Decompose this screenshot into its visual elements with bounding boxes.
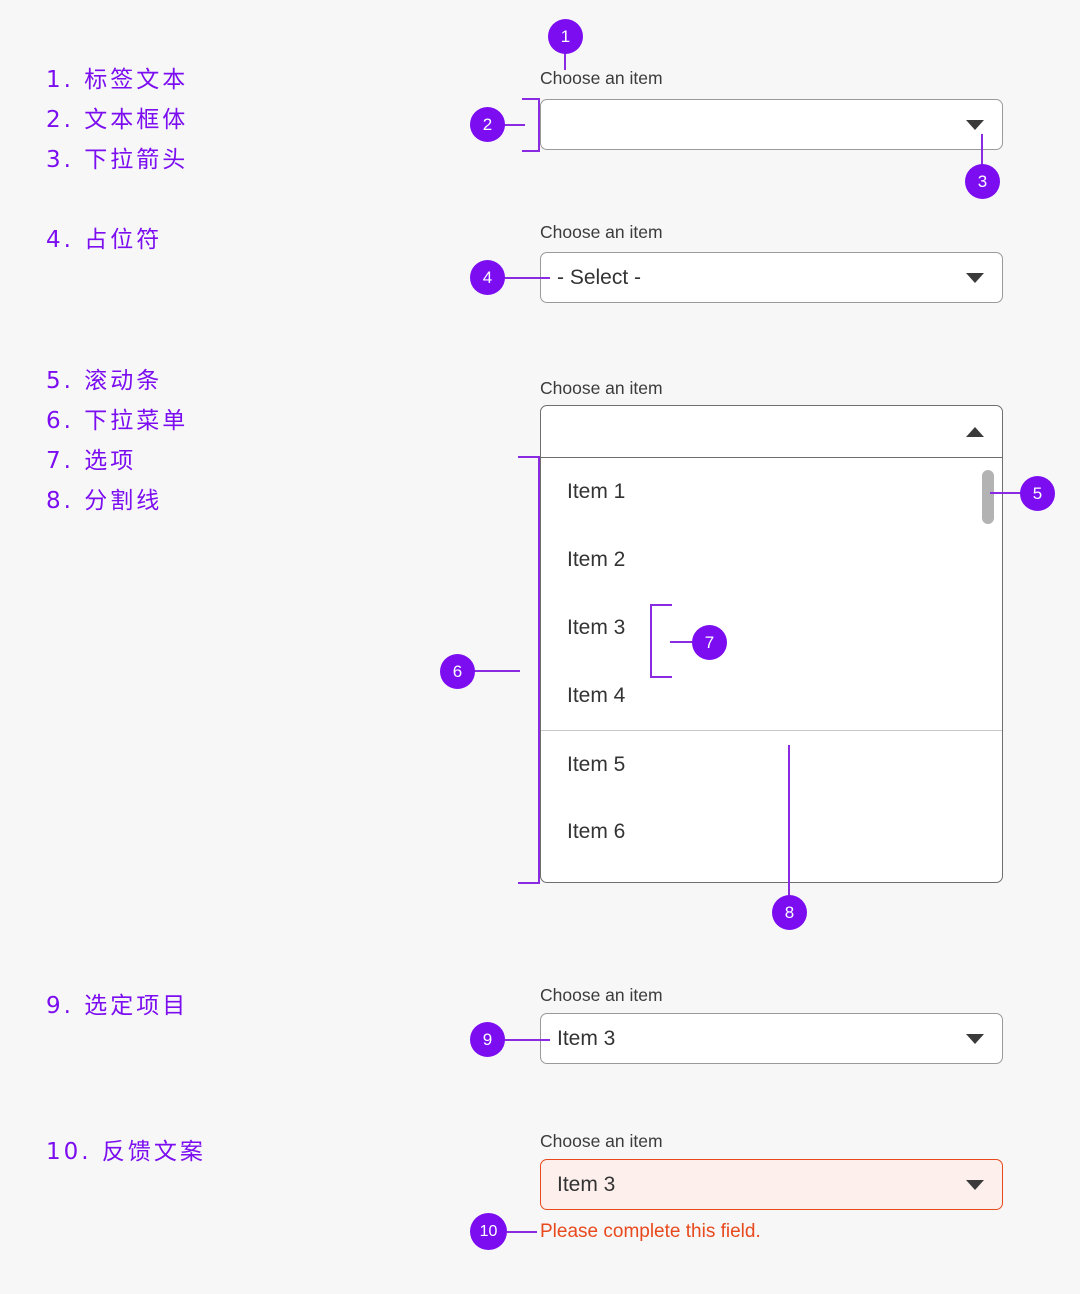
error-select[interactable]: Item 3 — [540, 1159, 1003, 1210]
callout-badge-9: 9 — [470, 1022, 505, 1057]
connector-7-bracket — [650, 604, 672, 678]
callout-badge-5: 5 — [1020, 476, 1055, 511]
connector-9 — [503, 1039, 550, 1042]
legend-item-10: 10. 反馈文案 — [46, 1139, 206, 1165]
placeholder-select[interactable]: - Select - — [540, 252, 1003, 303]
callout-badge-4: 4 — [470, 260, 505, 295]
connector-6-bracket — [518, 456, 540, 884]
list-item[interactable]: Item 4 — [541, 662, 1002, 730]
empty-select[interactable] — [540, 99, 1003, 150]
legend-item-8: 8. 分割线 — [46, 488, 163, 514]
connector-10 — [507, 1231, 537, 1234]
connector-2-stub — [503, 124, 525, 127]
callout-badge-2: 2 — [470, 107, 505, 142]
connector-4 — [503, 277, 550, 280]
legend-item-3: 3. 下拉箭头 — [46, 147, 189, 173]
callout-badge-8: 8 — [772, 895, 807, 930]
legend-item-6: 6. 下拉菜单 — [46, 408, 189, 434]
selected-select-value: Item 3 — [557, 1026, 616, 1050]
connector-3 — [981, 134, 984, 166]
chevron-up-icon[interactable] — [966, 426, 984, 437]
callout-badge-10: 10 — [470, 1213, 507, 1250]
list-item[interactable]: Item 2 — [541, 526, 1002, 594]
selected-select[interactable]: Item 3 — [540, 1013, 1003, 1064]
legend-item-5: 5. 滚动条 — [46, 368, 163, 394]
expanded-select[interactable]: Item 1 Item 2 Item 3 Item 4 Item 5 Item … — [540, 405, 1003, 883]
list-item[interactable]: Item 5 — [541, 730, 1002, 798]
chevron-down-icon[interactable] — [966, 272, 984, 283]
chevron-down-icon[interactable] — [966, 119, 984, 130]
list-item[interactable]: Item 1 — [541, 458, 1002, 526]
dropdown-option-list: Item 1 Item 2 Item 3 Item 4 Item 5 Item … — [541, 458, 1002, 866]
list-item[interactable]: Item 6 — [541, 798, 1002, 866]
placeholder-select-value: - Select - — [557, 265, 642, 289]
chevron-down-icon[interactable] — [966, 1179, 984, 1190]
legend-item-2: 2. 文本框体 — [46, 107, 189, 133]
connector-1 — [564, 52, 567, 70]
error-select-value: Item 3 — [557, 1172, 616, 1196]
callout-badge-3: 3 — [965, 164, 1000, 199]
annotated-dropdown-spec: 1. 标签文本 2. 文本框体 3. 下拉箭头 4. 占位符 5. 滚动条 6.… — [0, 0, 1080, 1294]
connector-6-stub — [474, 670, 520, 673]
chevron-down-icon[interactable] — [966, 1033, 984, 1044]
legend-item-7: 7. 选项 — [46, 448, 137, 474]
placeholder-field-label: Choose an item — [540, 222, 663, 242]
selected-field-label: Choose an item — [540, 985, 663, 1005]
connector-5 — [990, 492, 1022, 495]
legend-item-1: 1. 标签文本 — [46, 67, 189, 93]
error-message: Please complete this field. — [540, 1221, 761, 1242]
empty-field-label: Choose an item — [540, 68, 663, 88]
expanded-select-field[interactable] — [541, 406, 1002, 458]
legend-item-9: 9. 选定项目 — [46, 993, 189, 1019]
connector-8 — [788, 745, 791, 900]
error-field-label: Choose an item — [540, 1131, 663, 1151]
legend-item-4: 4. 占位符 — [46, 227, 163, 253]
list-item[interactable]: Item 3 — [541, 594, 1002, 662]
callout-badge-7: 7 — [692, 625, 727, 660]
callout-badge-1: 1 — [548, 19, 583, 54]
expanded-field-label: Choose an item — [540, 378, 663, 398]
callout-badge-6: 6 — [440, 654, 475, 689]
scrollbar-thumb[interactable] — [982, 470, 994, 524]
